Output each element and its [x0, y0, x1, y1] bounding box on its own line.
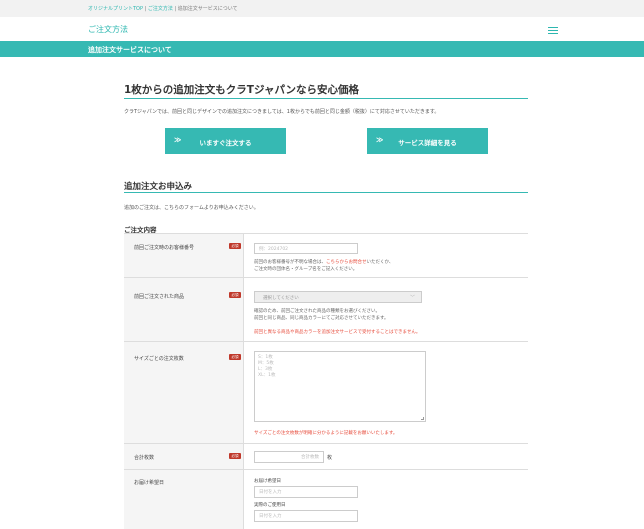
form-row-size-quantity: サイズごとの注文枚数 必須 S：1枚 M：5枚 L：3枚 XL：1枚 サイズごと… [124, 342, 528, 444]
inquiry-link[interactable]: こちらからお問合せ [326, 260, 367, 265]
site-header: ご注文方法 [0, 17, 644, 41]
size-quantity-textarea[interactable]: S：1枚 M：5枚 L：3枚 XL：1枚 [254, 351, 426, 422]
required-badge: 必須 [229, 453, 241, 459]
hero-description: クラTジャパンでは、前回と同じデザインでの追加注文につきましては、1枚からでも前… [124, 109, 440, 115]
breadcrumb: オリジナルプリントTOP | ご注文方法 | 追加注文サービスについて [0, 0, 644, 17]
order-form-table: 前回ご注文時のお客様番号 必須 例：2024702 前回のお客様番号が不明な場合… [124, 233, 528, 529]
required-badge: 必須 [229, 292, 241, 298]
delivery-date-sublabel: お届け希望日 [254, 479, 281, 484]
order-now-label: いますぐ注文する [199, 139, 252, 147]
page-title: 1枚からの追加注文もクラTジャパンなら安心価格 [124, 84, 359, 96]
form-row-delivery: お届け希望日 お届け希望日 日付を入力 実際のご使用日 日付を入力 [124, 470, 528, 529]
total-unit: 枚 [327, 455, 333, 461]
resize-handle[interactable] [421, 417, 424, 420]
form-row-product: 前回ご注文された商品 必須 選択してください ﹀ 確認のため、前回ご注文された商… [124, 278, 528, 342]
product-select[interactable]: 選択してください ﹀ [254, 291, 422, 303]
form-heading: 追加注文お申込み [124, 182, 193, 192]
section-bar-title: 追加注文サービスについて [88, 46, 172, 54]
section-bar: 追加注文サービスについて [0, 41, 644, 57]
total-label: 合計枚数 [134, 455, 155, 461]
delivery-label: お届け希望日 [134, 480, 165, 486]
total-input[interactable]: 合計枚数 [254, 451, 324, 463]
product-select-value: 選択してください [263, 296, 299, 301]
label-cell: お届け希望日 [124, 470, 244, 529]
order-now-button[interactable]: ≫ いますぐ注文する [165, 128, 286, 154]
service-details-button[interactable]: ≫ サービス詳細を見る [367, 128, 488, 154]
label-cell: 合計枚数 必須 [124, 444, 244, 469]
header-title[interactable]: ご注文方法 [88, 24, 128, 35]
product-help: 確認のため、前回ご注文された商品の種類をお選びください。 前回と同じ商品、同じ商… [254, 309, 389, 321]
form-row-total: 合計枚数 必須 合計枚数 枚 [124, 444, 528, 470]
breadcrumb-order-link[interactable]: ご注文方法 [148, 6, 173, 12]
required-badge: 必須 [229, 354, 241, 360]
label-cell: 前回ご注文時のお客様番号 必須 [124, 234, 244, 277]
order-number-label: 前回ご注文時のお客様番号 [134, 245, 195, 251]
label-cell: 前回ご注文された商品 必須 [124, 278, 244, 341]
label-cell: サイズごとの注文枚数 必須 [124, 342, 244, 443]
title-underline [124, 98, 528, 99]
size-quantity-label: サイズごとの注文枚数 [134, 356, 184, 362]
form-intro: 追加のご注文は、こちらのフォームよりお申込みください。 [124, 205, 259, 211]
usage-date-sublabel: 実際のご使用日 [254, 503, 286, 508]
service-details-label: サービス詳細を見る [398, 139, 457, 147]
chevron-down-icon: ﹀ [409, 295, 415, 301]
form-heading-underline [124, 192, 528, 193]
product-warning: 前回と異なる商品や商品カラーを追加注文サービスで受付することはできません。 [254, 330, 421, 335]
order-number-input[interactable]: 例：2024702 [254, 243, 358, 254]
order-number-help: 前回のお客様番号が不明な場合は、こちらからお問合せいただくか、 ご注文時の団体名… [254, 260, 394, 272]
form-row-order-number: 前回ご注文時のお客様番号 必須 例：2024702 前回のお客様番号が不明な場合… [124, 234, 528, 278]
hamburger-menu-icon[interactable] [548, 27, 558, 34]
size-quantity-warning: サイズごとの注文枚数が明確に分かるように記載をお願いいたします。 [254, 431, 398, 436]
breadcrumb-current: 追加注文サービスについて [177, 6, 238, 12]
delivery-date-input[interactable]: 日付を入力 [254, 486, 358, 498]
required-badge: 必須 [229, 243, 241, 249]
breadcrumb-home-link[interactable]: オリジナルプリントTOP [88, 6, 143, 12]
usage-date-input[interactable]: 日付を入力 [254, 510, 358, 522]
product-label: 前回ご注文された商品 [134, 294, 185, 300]
